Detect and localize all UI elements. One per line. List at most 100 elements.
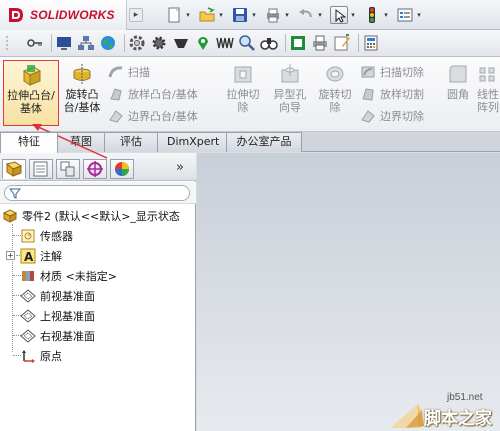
magnifier-icon[interactable]: [238, 34, 256, 52]
monitor-icon[interactable]: [55, 34, 73, 52]
linear-pattern-icon: [477, 62, 499, 86]
fillet-label: 圆角: [447, 88, 469, 101]
tree-item-label: 材质 <未指定>: [40, 270, 117, 283]
extrude-cut-label: 拉伸切除: [226, 88, 260, 114]
undo-dropdown-arrow-icon[interactable]: ▾: [316, 11, 324, 19]
save-dropdown-arrow-icon[interactable]: ▾: [250, 11, 258, 19]
sheet-icon[interactable]: [289, 34, 307, 52]
tree-item-origin[interactable]: 原点: [20, 347, 62, 365]
brand-name: SOLIDWORKS: [30, 8, 115, 22]
grip-icon: [4, 34, 22, 52]
save-icon[interactable]: [231, 6, 249, 24]
secondary-toolbar: [0, 30, 500, 57]
loft-boss-button[interactable]: 放样凸台/基体: [108, 85, 198, 103]
lofted-cut-icon: [360, 86, 376, 102]
rebuild-icon[interactable]: [363, 6, 381, 24]
tree-item-part[interactable]: 零件2 (默认<<默认>_显示状态: [2, 207, 180, 225]
tab-features[interactable]: 特征: [0, 132, 58, 153]
fillet-button[interactable]: 圆角: [442, 60, 474, 126]
feature-ribbon: 拉伸凸台/基体 旋转凸台/基体 扫描 放样凸台/基体 边界凸台/基体 拉伸切除 …: [0, 57, 500, 132]
tree-item-label: 上视基准面: [40, 310, 95, 323]
new-icon[interactable]: [165, 6, 183, 24]
printer-icon[interactable]: [311, 34, 329, 52]
tree-filter-input[interactable]: [4, 185, 190, 201]
open-dropdown-arrow-icon[interactable]: ▾: [217, 11, 225, 19]
revolve-boss-button[interactable]: 旋转凸台/基体: [59, 60, 105, 126]
tree-item-label: 原点: [40, 350, 62, 363]
cog-icon[interactable]: [150, 34, 168, 52]
boundary-cut-label: 边界切除: [380, 110, 424, 123]
feature-manager-tab[interactable]: [2, 159, 26, 179]
revolve-boss-label: 旋转凸台/基体: [63, 88, 101, 114]
more-tabs-button[interactable]: »: [176, 160, 184, 175]
edit-icon[interactable]: [333, 34, 351, 52]
menu-expand-button[interactable]: ▸: [129, 8, 143, 22]
extrude-cut-button[interactable]: 拉伸切除: [221, 60, 265, 126]
binoculars-icon[interactable]: [260, 34, 278, 52]
graphics-area[interactable]: [197, 153, 500, 431]
filter-icon: [9, 188, 21, 199]
display-manager-tab[interactable]: [110, 159, 134, 179]
tab-dimxpert[interactable]: DimXpert: [157, 132, 227, 152]
options-dropdown-arrow-icon[interactable]: ▾: [415, 11, 423, 19]
loft-boss-label: 放样凸台/基体: [128, 88, 198, 101]
network-icon[interactable]: [77, 34, 95, 52]
hole-wizard-button[interactable]: 异型孔向导: [267, 60, 313, 126]
plane-icon: [20, 308, 36, 324]
open-icon[interactable]: [198, 6, 216, 24]
linear-pattern-button[interactable]: 线性阵列: [476, 60, 500, 126]
quick-access-toolbar: ▾ ▾ ▾ ▾ ▾ ▾ ▾ ▾: [165, 4, 429, 26]
revolve-cut-label: 旋转切除: [318, 88, 352, 114]
new-dropdown-arrow-icon[interactable]: ▾: [184, 11, 192, 19]
configuration-manager-tab[interactable]: [56, 159, 80, 179]
select-dropdown-arrow-icon[interactable]: ▾: [349, 11, 357, 19]
part-icon: [2, 208, 18, 224]
property-manager-tab[interactable]: [29, 159, 53, 179]
plane-icon: [20, 288, 36, 304]
tree-item-material[interactable]: 材质 <未指定>: [20, 267, 117, 285]
fillet-icon: [445, 62, 471, 86]
tree-item-label: 零件2 (默认<<默认>_显示状态: [22, 210, 180, 223]
tree-item-annotations[interactable]: A 注解: [20, 247, 62, 265]
tab-evaluate[interactable]: 评估: [104, 132, 158, 152]
boundary-cut-icon: [360, 108, 376, 124]
undo-icon[interactable]: [297, 6, 315, 24]
print-icon[interactable]: [264, 6, 282, 24]
tree-item-label: 右视基准面: [40, 330, 95, 343]
filter-bar: [0, 182, 196, 204]
tab-office-products[interactable]: 办公室产品: [226, 132, 302, 152]
dimxpert-manager-tab[interactable]: [83, 159, 107, 179]
waves-icon[interactable]: [216, 34, 234, 52]
sweep-button[interactable]: 扫描: [108, 63, 150, 81]
swept-cut-button[interactable]: 扫描切除: [360, 63, 424, 81]
key-icon[interactable]: [26, 34, 44, 52]
select-icon[interactable]: [330, 6, 348, 24]
toolbar-divider: [51, 34, 52, 52]
boundary-boss-button[interactable]: 边界凸台/基体: [108, 107, 198, 125]
calc-icon[interactable]: [362, 34, 380, 52]
gear-icon[interactable]: [128, 34, 146, 52]
print-dropdown-arrow-icon[interactable]: ▾: [283, 11, 291, 19]
revolve-boss-icon: [69, 62, 95, 86]
tree-item-sensors[interactable]: 传感器: [20, 227, 73, 245]
revolve-cut-button[interactable]: 旋转切除: [313, 60, 357, 126]
sweep-icon: [108, 64, 124, 80]
lofted-cut-button[interactable]: 放样切割: [360, 85, 424, 103]
options-icon[interactable]: [396, 6, 414, 24]
configuration-manager-icon: [60, 161, 75, 177]
title-bar: SOLIDWORKS ▸ ▾ ▾ ▾ ▾ ▾ ▾ ▾ ▾: [0, 0, 500, 30]
tree-item-front-plane[interactable]: 前视基准面: [20, 287, 95, 305]
boundary-cut-button[interactable]: 边界切除: [360, 107, 424, 125]
globe-icon[interactable]: [99, 34, 117, 52]
tab-sketch[interactable]: 草图: [57, 132, 105, 152]
plane-icon: [20, 328, 36, 344]
expand-annotations-button[interactable]: +: [6, 251, 15, 260]
pin-icon[interactable]: [194, 34, 212, 52]
bowl-icon[interactable]: [172, 34, 190, 52]
tree-item-top-plane[interactable]: 上视基准面: [20, 307, 95, 325]
tree-item-right-plane[interactable]: 右视基准面: [20, 327, 95, 345]
rebuild-dropdown-arrow-icon[interactable]: ▾: [382, 11, 390, 19]
extrude-boss-button[interactable]: 拉伸凸台/基体: [3, 60, 59, 126]
solidworks-logo[interactable]: SOLIDWORKS: [0, 0, 127, 30]
extrude-boss-icon: [18, 63, 44, 87]
